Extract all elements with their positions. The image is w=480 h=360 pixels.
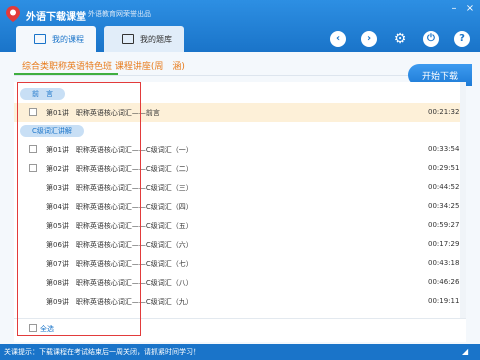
close-icon[interactable]: × (464, 4, 476, 14)
toolbar: ‹ › ⚙ ⏻ ? (330, 31, 470, 47)
power-icon[interactable]: ⏻ (423, 31, 439, 47)
list-item[interactable]: 第09讲 职称英语核心词汇——C级词汇（九） 00:19:11 (14, 292, 466, 311)
list-item[interactable]: 第01讲 职称英语核心词汇——前言 00:21:32 (14, 103, 466, 122)
back-icon[interactable]: ‹ (330, 31, 346, 47)
list-item[interactable]: 第01讲 职称英语核心词汇——C级词汇（一） 00:33:54 (14, 140, 466, 159)
lesson-duration: 00:17:29 (428, 240, 460, 248)
lesson-checkbox[interactable] (29, 164, 37, 172)
resize-icon: ◢ (462, 347, 469, 356)
list-item[interactable]: 第07讲 职称英语核心词汇——C级词汇（七） 00:43:18 (14, 254, 466, 273)
tab-my-courses[interactable]: 我的课程 (16, 26, 96, 52)
lesson-duration: 00:59:27 (428, 221, 460, 229)
lesson-title: 第01讲 职称英语核心词汇——C级词汇（一） (46, 146, 193, 154)
lesson-checkbox[interactable] (29, 145, 37, 153)
lesson-duration: 00:44:52 (428, 183, 460, 191)
logo-icon (6, 6, 20, 22)
list-item[interactable]: 第05讲 职称英语核心词汇——C级词汇（五） 00:59:27 (14, 216, 466, 235)
lesson-title: 第08讲 职称英语核心词汇——C级词汇（八） (46, 279, 193, 287)
lesson-duration: 00:29:51 (428, 164, 460, 172)
lesson-title: 第04讲 职称英语核心词汇——C级词汇（四） (46, 203, 193, 211)
select-all-label: 全选 (40, 325, 54, 333)
scrollbar[interactable] (460, 82, 466, 318)
list-item[interactable]: 第02讲 职称英语核心词汇——C级词汇（二） 00:29:51 (14, 159, 466, 178)
lesson-title: 第01讲 职称英语核心词汇——前言 (46, 109, 160, 117)
section-header[interactable]: 前 言 (20, 88, 65, 100)
status-text: 关课提示：下载课程在考试结束后一周关闭，请抓紧时间学习！ (4, 348, 200, 356)
lesson-title: 第07讲 职称英语核心词汇——C级词汇（七） (46, 260, 193, 268)
lesson-title: 第02讲 职称英语核心词汇——C级词汇（二） (46, 165, 193, 173)
lesson-list: 前 言 第01讲 职称英语核心词汇——前言 00:21:32 C级词汇讲解 第0… (14, 82, 466, 342)
monitor-icon (34, 34, 46, 44)
list-item[interactable]: 第03讲 职称英语核心词汇——C级词汇（三） 00:44:52 (14, 178, 466, 197)
list-item[interactable]: 第04讲 职称英语核心词汇——C级词汇（四） 00:34:25 (14, 197, 466, 216)
select-all-checkbox[interactable] (29, 324, 37, 332)
tab-label: 我的题库 (140, 34, 172, 44)
title-bar: 外语下载课堂 外语教育网荣誉出品 – × 我的课程 我的题库 ‹ › ⚙ ⏻ ? (0, 0, 480, 52)
forward-icon[interactable]: › (361, 31, 377, 47)
lesson-duration: 00:21:32 (428, 108, 460, 116)
list-item[interactable]: 第08讲 职称英语核心词汇——C级词汇（八） 00:46:26 (14, 273, 466, 292)
lesson-duration: 00:43:18 (428, 259, 460, 267)
app-title: 外语下载课堂 (26, 12, 86, 23)
window-controls: – × (448, 4, 476, 14)
section-header[interactable]: C级词汇讲解 (20, 125, 84, 137)
lesson-title: 第03讲 职称英语核心词汇——C级词汇（三） (46, 184, 193, 192)
course-title: 综合类职称英语特色班 课程讲座(周 涵) (22, 62, 185, 72)
tab-my-questions[interactable]: 我的题库 (104, 26, 184, 52)
status-bar: 关课提示：下载课程在考试结束后一周关闭，请抓紧时间学习！ ◢ (0, 344, 480, 360)
tab-label: 我的课程 (52, 34, 84, 44)
lesson-title: 第09讲 职称英语核心词汇——C级词汇（九） (46, 298, 193, 306)
question-bank-icon (122, 34, 134, 44)
list-item[interactable]: 第06讲 职称英语核心词汇——C级词汇（六） 00:17:29 (14, 235, 466, 254)
lesson-duration: 00:46:26 (428, 278, 460, 286)
divider (14, 75, 466, 76)
lesson-duration: 00:34:25 (428, 202, 460, 210)
select-all-row[interactable]: 全选 (14, 318, 466, 337)
app-subtitle: 外语教育网荣誉出品 (88, 10, 151, 18)
minimize-icon[interactable]: – (448, 4, 460, 14)
lesson-duration: 00:19:11 (428, 297, 460, 305)
lesson-title: 第05讲 职称英语核心词汇——C级词汇（五） (46, 222, 193, 230)
lesson-title: 第06讲 职称英语核心词汇——C级词汇（六） (46, 241, 193, 249)
lesson-duration: 00:33:54 (428, 145, 460, 153)
lesson-checkbox[interactable] (29, 108, 37, 116)
help-icon[interactable]: ? (454, 31, 470, 47)
gear-icon[interactable]: ⚙ (392, 31, 408, 47)
